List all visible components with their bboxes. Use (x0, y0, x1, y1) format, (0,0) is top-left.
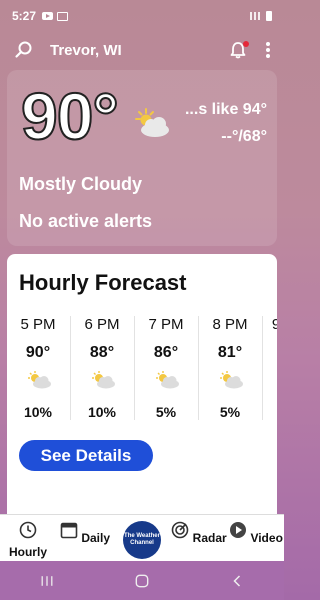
bottom-nav: Hourly Daily The Weather Channel Radar V… (0, 514, 284, 561)
notification-bell-button[interactable] (228, 40, 249, 60)
hour-precip: 10% (87, 404, 117, 420)
nav-video-label: Video (250, 531, 283, 545)
home-button[interactable] (127, 571, 157, 591)
search-icon[interactable] (14, 40, 34, 60)
hourly-title: Hourly Forecast (19, 270, 187, 295)
back-icon (233, 574, 240, 587)
status-time: 5:27 (12, 9, 37, 23)
radar-icon (172, 521, 189, 539)
partly-cloudy-icon (28, 371, 51, 389)
location-name[interactable]: Trevor, WI (50, 42, 122, 59)
hour-item[interactable]: 7 PM 86° 5% (135, 316, 197, 426)
play-icon (230, 522, 247, 538)
feels-like-text: ...s like 94° (184, 101, 267, 118)
weather-channel-logo-button[interactable]: The Weather Channel (123, 521, 161, 559)
back-button[interactable] (222, 571, 252, 591)
partly-cloudy-icon (92, 371, 115, 389)
hour-temp: 90° (25, 344, 51, 361)
more-options-icon[interactable] (266, 42, 270, 58)
hour-time: 5 PM (20, 316, 56, 333)
hour-time: 7 PM (148, 316, 184, 333)
recent-apps-icon (41, 575, 53, 586)
see-details-button[interactable]: See Details (19, 440, 153, 471)
top-bar: Trevor, WI (0, 32, 284, 68)
nav-radar[interactable]: Radar (171, 521, 227, 545)
calendar-icon (60, 522, 78, 539)
hour-precip: 10% (23, 404, 53, 420)
nav-hourly[interactable]: Hourly (0, 521, 56, 559)
hour-item[interactable]: 6 PM 88° 10% (71, 316, 133, 426)
nav-daily[interactable]: Daily (57, 521, 113, 545)
partly-cloudy-icon (156, 371, 179, 389)
hourly-strip[interactable]: 5 PM 90° 10% 6 PM 88° 10% 7 PM 86° 5% 8 … (7, 316, 277, 436)
clock-icon (19, 521, 37, 539)
hour-time: 6 PM (84, 316, 120, 333)
youtube-notification-icon (42, 12, 54, 20)
brand-label: The Weather Channel (124, 533, 160, 546)
hourly-forecast-card: Hourly Forecast 5 PM 90° 10% 6 PM 88° 10… (7, 254, 277, 514)
hour-temp: 86° (153, 344, 179, 361)
partly-cloudy-icon (220, 371, 243, 389)
current-temperature: 90° (20, 78, 120, 154)
current-conditions-card[interactable]: 90° ...s like 94° --°/68° Mostly Cloudy … (7, 70, 277, 246)
hour-item[interactable]: 5 PM 90° 10% (7, 316, 69, 426)
battery-icon (266, 11, 272, 21)
status-bar: 5:27 (0, 0, 284, 32)
condition-text: Mostly Cloudy (19, 174, 143, 194)
alerts-text[interactable]: No active alerts (19, 211, 152, 232)
nav-video[interactable]: Video (228, 521, 284, 545)
recent-apps-button[interactable] (32, 571, 62, 591)
hour-item-partial[interactable]: 9 (245, 316, 277, 426)
home-icon (135, 574, 149, 587)
nav-daily-label: Daily (81, 531, 111, 545)
hour-time: 9 (271, 316, 277, 333)
feels-like-block: ...s like 94° --°/68° (185, 96, 267, 150)
hour-precip: 5% (155, 404, 177, 420)
gallery-notification-icon (57, 11, 69, 21)
android-navigation-bar (0, 561, 284, 600)
alert-dot (243, 41, 249, 47)
partly-cloudy-icon (135, 108, 169, 137)
hi-lo-text: --°/68° (221, 128, 267, 145)
nav-hourly-label: Hourly (8, 545, 47, 559)
hour-temp: 88° (89, 344, 115, 361)
nav-radar-label: Radar (192, 531, 227, 545)
signal-icon (248, 12, 262, 20)
